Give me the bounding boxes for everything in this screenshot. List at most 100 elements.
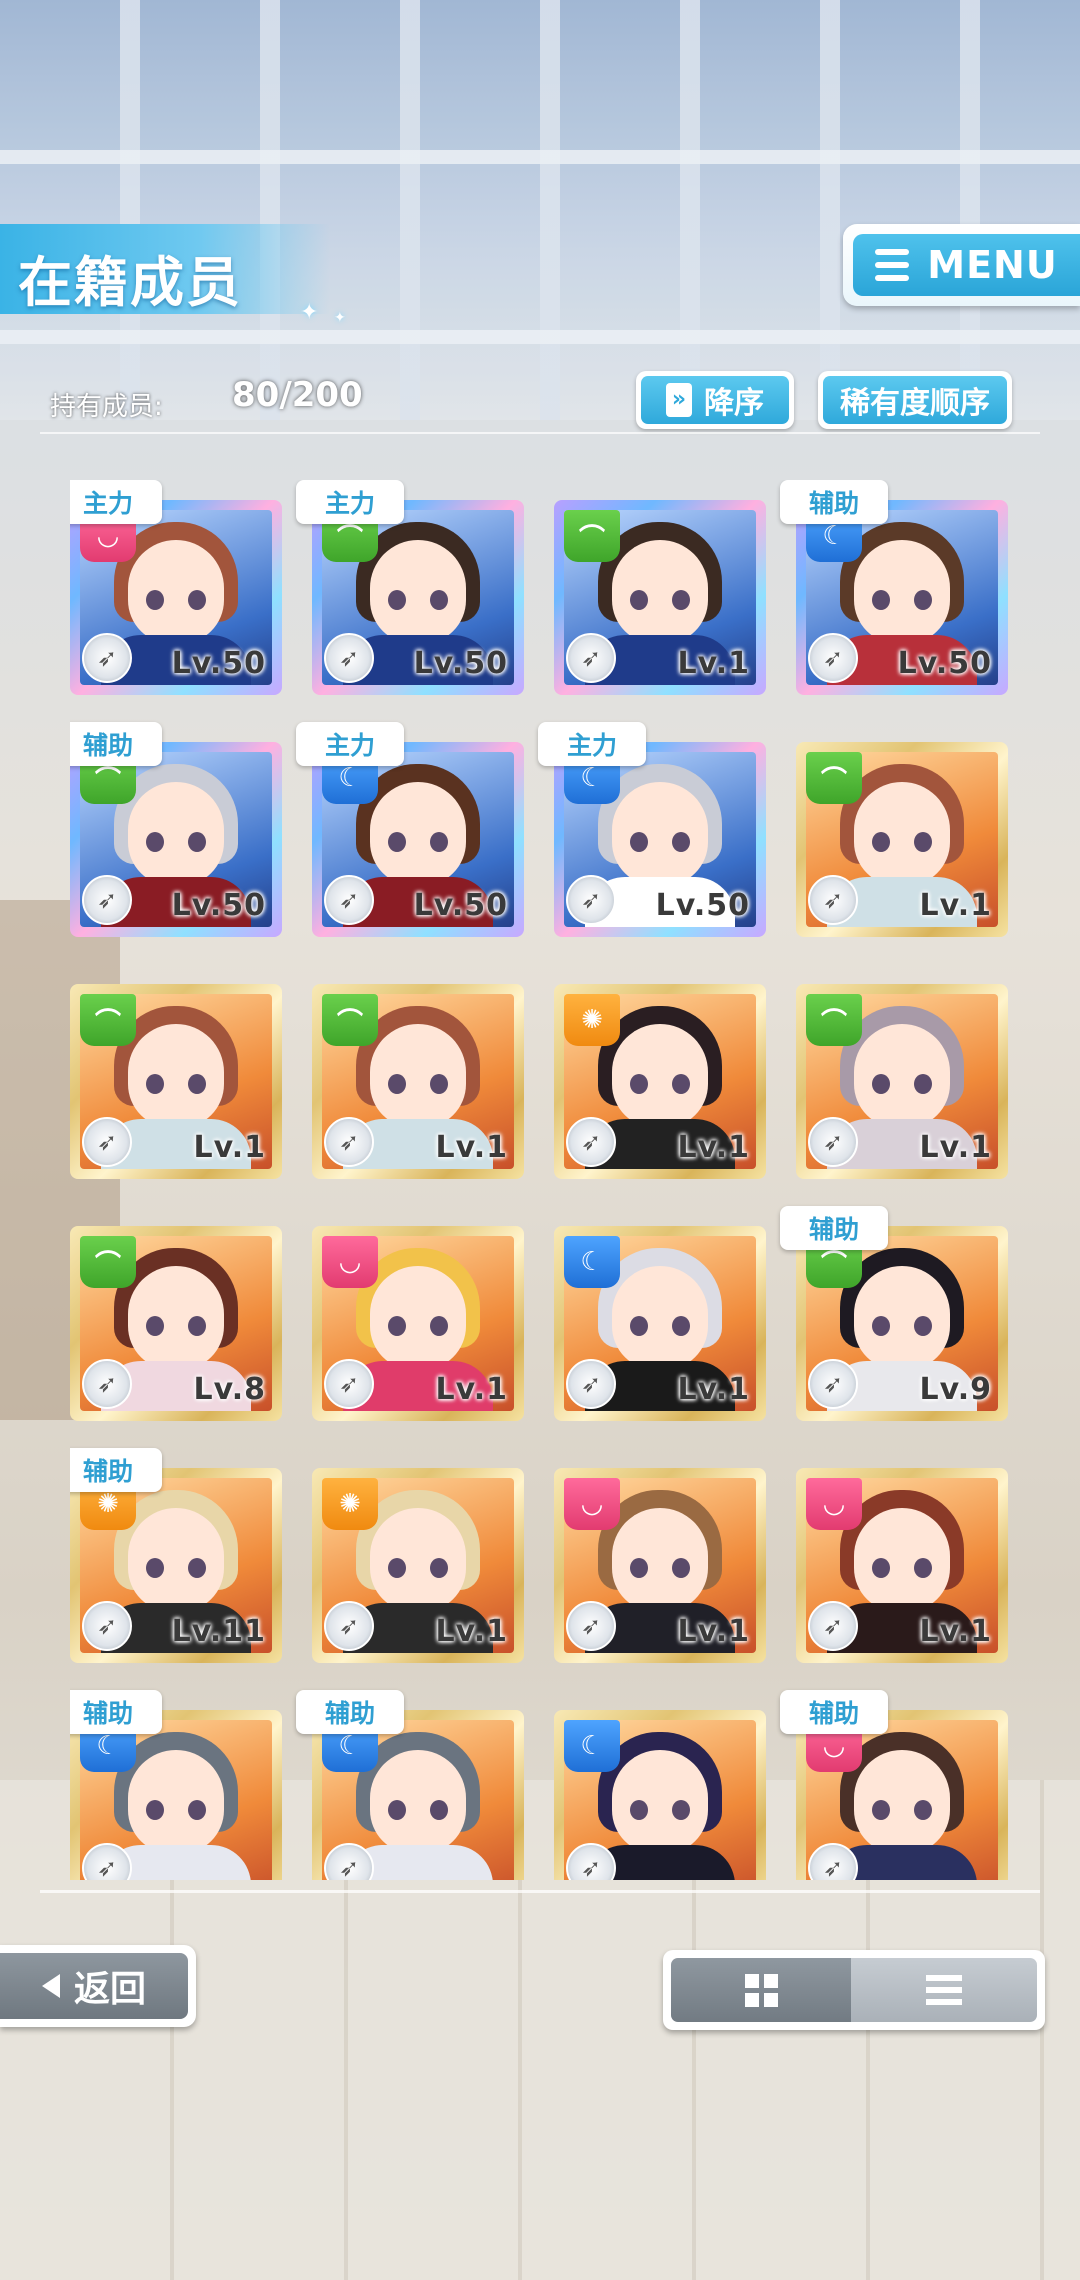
attribute-pink-icon: ◡ [806, 1478, 862, 1530]
portrait-eye [914, 832, 932, 852]
member-card[interactable]: ⌒ ➶ Lv.1 [312, 964, 524, 1179]
portrait-eye [388, 1074, 406, 1094]
portrait-eye [630, 1316, 648, 1336]
member-type-icon: ➶ [324, 1359, 374, 1409]
member-level: Lv.1 [677, 1372, 750, 1407]
grid-view-button[interactable] [671, 1958, 851, 2022]
attribute-pink-icon: ◡ [322, 1236, 378, 1288]
member-type-icon: ➶ [808, 1359, 858, 1409]
list-view-button[interactable] [851, 1958, 1037, 2022]
member-card[interactable]: ✺ ➶ Lv.11 辅助 [70, 1448, 282, 1663]
member-card[interactable]: ⌒ ➶ Lv.1 [554, 480, 766, 695]
sparkle-icon: ✦ [334, 310, 346, 326]
sort-order-button[interactable]: » 降序 [636, 371, 794, 429]
member-card[interactable]: ◡ ➶ Lv.1 [554, 1448, 766, 1663]
member-card[interactable]: ⌒ ➶ Lv.9 辅助 [780, 1206, 1008, 1421]
member-card[interactable]: ⌒ ➶ Lv.1 [70, 964, 282, 1179]
member-type-icon: ➶ [566, 1601, 616, 1651]
member-level: Lv.1 [677, 646, 750, 681]
card-frame: ◡ ➶ Lv.1 [554, 1468, 766, 1663]
portrait-eye [872, 1074, 890, 1094]
member-card[interactable]: ⌒ ➶ Lv.50 主力 [296, 480, 524, 695]
member-card[interactable]: ⌒ ➶ Lv.50 辅助 [70, 722, 282, 937]
member-card[interactable]: ◡ ➶ Lv.50 主力 [70, 480, 282, 695]
member-card[interactable]: ◡ ➶ 辅助 [780, 1690, 1008, 1880]
member-type-icon: ➶ [808, 875, 858, 925]
card-frame: ⌒ ➶ Lv.1 [796, 984, 1008, 1179]
sort-key-button[interactable]: 稀有度顺序 [818, 371, 1012, 429]
member-type-icon: ➶ [566, 633, 616, 683]
member-role-badge: 辅助 [70, 1690, 162, 1734]
portrait-face [128, 1508, 224, 1612]
member-card[interactable]: ☾ ➶ Lv.50 主力 [296, 722, 524, 937]
card-frame: ⌒ ➶ Lv.8 [70, 1226, 282, 1421]
card-frame: ◡ ➶ Lv.1 [796, 1468, 1008, 1663]
card-frame: ⌒ ➶ Lv.1 [70, 984, 282, 1179]
member-level: Lv.1 [435, 1372, 508, 1407]
member-level: Lv.50 [413, 646, 508, 681]
member-card[interactable]: ◡ ➶ Lv.1 [312, 1206, 524, 1421]
member-role-badge: 主力 [296, 480, 404, 524]
portrait-face [128, 1024, 224, 1128]
member-card[interactable]: ☾ ➶ Lv.50 主力 [538, 722, 766, 937]
member-type-icon: ➶ [566, 1359, 616, 1409]
grid-view-icon [744, 1973, 778, 2007]
list-view-icon [926, 1975, 962, 2005]
portrait-eye [146, 1316, 164, 1336]
member-card[interactable]: ⌒ ➶ Lv.1 [796, 964, 1008, 1179]
portrait-eye [188, 1558, 206, 1578]
portrait-eye [630, 1074, 648, 1094]
member-card[interactable]: ⌒ ➶ Lv.1 [796, 722, 1008, 937]
member-role-badge: 辅助 [780, 480, 888, 524]
portrait-face [128, 782, 224, 886]
header-divider [40, 432, 1040, 434]
card-frame: ◡ ➶ Lv.50 [70, 500, 282, 695]
card-frame: ◡ ➶ [796, 1710, 1008, 1880]
background-window [0, 0, 1080, 420]
card-frame: ✺ ➶ Lv.1 [554, 984, 766, 1179]
member-level: Lv.50 [413, 888, 508, 923]
portrait-eye [914, 1316, 932, 1336]
portrait-eye [872, 590, 890, 610]
member-type-icon: ➶ [566, 875, 616, 925]
portrait-face [612, 782, 708, 886]
portrait-eye [188, 590, 206, 610]
member-card[interactable]: ☾ ➶ [554, 1690, 766, 1880]
member-card[interactable]: ☾ ➶ Lv.50 辅助 [780, 480, 1008, 695]
member-role-badge: 主力 [296, 722, 404, 766]
card-frame: ⌒ ➶ Lv.9 [796, 1226, 1008, 1421]
portrait-eye [872, 832, 890, 852]
attribute-green-icon: ⌒ [806, 752, 862, 804]
menu-button[interactable]: MENU [843, 224, 1080, 306]
back-button[interactable]: 返回 [0, 1945, 196, 2027]
member-card[interactable]: ☾ ➶ 辅助 [296, 1690, 524, 1880]
member-card-grid: ◡ ➶ Lv.50 主力 ⌒ ➶ Lv.50 主力 ⌒ ➶ Lv.1 ☾ ➶ Lv.50 辅助 ⌒ ➶ Lv.50… [70, 480, 1020, 1880]
portrait-face [854, 782, 950, 886]
portrait-eye [630, 1558, 648, 1578]
portrait-eye [630, 590, 648, 610]
member-type-icon: ➶ [82, 633, 132, 683]
sort-key-label: 稀有度顺序 [840, 386, 990, 421]
member-card[interactable]: ⌒ ➶ Lv.8 [70, 1206, 282, 1421]
attribute-orange-icon: ✺ [564, 994, 620, 1046]
member-level: Lv.9 [919, 1372, 992, 1407]
portrait-eye [430, 1558, 448, 1578]
member-type-icon: ➶ [82, 1117, 132, 1167]
member-card[interactable]: ✺ ➶ Lv.1 [554, 964, 766, 1179]
member-type-icon: ➶ [324, 1601, 374, 1651]
portrait-eye [672, 1558, 690, 1578]
member-type-icon: ➶ [82, 875, 132, 925]
member-level: Lv.50 [897, 646, 992, 681]
member-card[interactable]: ✺ ➶ Lv.1 [312, 1448, 524, 1663]
member-level: Lv.1 [677, 1130, 750, 1165]
member-card[interactable]: ☾ ➶ 辅助 [70, 1690, 282, 1880]
card-frame: ☾ ➶ [554, 1710, 766, 1880]
portrait-face [854, 1266, 950, 1370]
member-type-icon: ➶ [324, 875, 374, 925]
owned-members-count: 80/200 [232, 375, 363, 415]
member-card[interactable]: ◡ ➶ Lv.1 [796, 1448, 1008, 1663]
member-card[interactable]: ☾ ➶ Lv.1 [554, 1206, 766, 1421]
background-rail [0, 330, 1080, 344]
sparkle-icon: ✦ [300, 300, 319, 325]
card-frame: ⌒ ➶ Lv.1 [312, 984, 524, 1179]
